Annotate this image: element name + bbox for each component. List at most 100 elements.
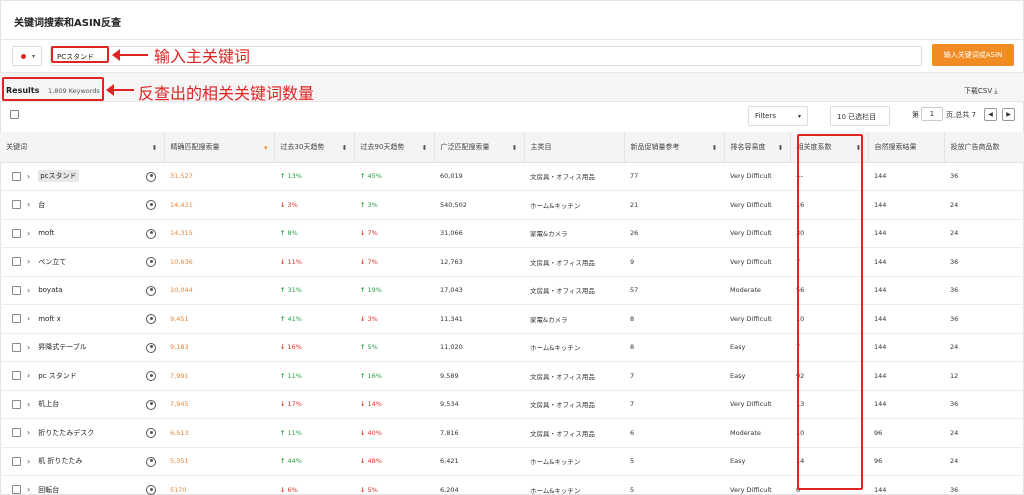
- prev-page-button[interactable]: ◀: [984, 108, 997, 121]
- keyword-cell: › 回転台: [0, 475, 164, 495]
- keyword-text[interactable]: pc スタンド: [38, 371, 77, 381]
- table-row[interactable]: › 回転台 5170 ↓ 6% ↓ 5% 6,204 ホーム&キッチン 5 Very Difficu…: [0, 475, 1024, 495]
- sort-icon[interactable]: ⬍: [152, 143, 158, 153]
- person-icon[interactable]: [146, 342, 156, 353]
- person-icon[interactable]: [146, 257, 156, 267]
- columns-dropdown[interactable]: 10 已选栏目: [830, 106, 890, 126]
- column-header[interactable]: 主类目: [524, 132, 625, 163]
- chevron-right-icon[interactable]: ›: [27, 457, 30, 466]
- keyword-text[interactable]: moft: [38, 229, 54, 237]
- keyword-text[interactable]: 机 折りたたみ: [38, 456, 82, 466]
- column-header[interactable]: 投放广告商品数: [944, 132, 1024, 163]
- column-header[interactable]: 关键词 ⬍: [0, 132, 165, 163]
- person-icon[interactable]: [146, 171, 156, 182]
- results-highlight-box: [2, 77, 104, 101]
- keyword-text[interactable]: boyata: [38, 286, 62, 294]
- person-icon[interactable]: [146, 285, 156, 296]
- chevron-right-icon[interactable]: ›: [27, 485, 30, 494]
- row-checkbox[interactable]: [12, 171, 21, 181]
- country-select[interactable]: ▾: [12, 46, 42, 66]
- keyword-text[interactable]: 台: [38, 200, 45, 210]
- row-checkbox[interactable]: [12, 257, 21, 267]
- column-header-label: 新品促销量参考: [630, 142, 680, 151]
- search-highlight-box: [51, 46, 109, 63]
- table-row[interactable]: › 机上台 7,945 ↓ 17% ↓ 14% 9,534 文房具・オフィス用品 7 Very Di…: [0, 390, 1024, 419]
- table-row[interactable]: › moft 14,315 ↑ 8% ↓ 7% 31,066 家電&カメラ 26 Very Diff…: [0, 219, 1024, 248]
- table-row[interactable]: › moft x 9,451 ↑ 41% ↓ 3% 11,341 家電&カメラ 8 Very Dif…: [0, 304, 1024, 334]
- ranking-ease: Easy: [724, 333, 790, 362]
- row-checkbox[interactable]: [12, 399, 21, 409]
- row-checkbox[interactable]: [12, 285, 21, 295]
- person-icon[interactable]: [146, 371, 156, 381]
- sort-icon[interactable]: ⬍: [342, 143, 348, 153]
- chevron-right-icon[interactable]: ›: [27, 343, 30, 352]
- search-input[interactable]: [57, 50, 657, 63]
- row-checkbox[interactable]: [12, 428, 21, 438]
- table-row[interactable]: › 机 折りたたみ 5,351 ↑ 44% ↓ 48% 6,421 ホーム&キッチン 5 Easy 1…: [0, 447, 1024, 476]
- ranking-ease: Very Difficult: [724, 162, 790, 191]
- sort-icon[interactable]: ▾: [264, 143, 268, 153]
- table-row[interactable]: › 昇降式テーブル 9,183 ↓ 16% ↑ 5% 11,020 ホーム&キッチン 8 Easy 7…: [0, 333, 1024, 362]
- search-button[interactable]: 输入关键词或ASIN: [932, 44, 1014, 66]
- column-header[interactable]: 排名容易度 ⬍: [724, 132, 791, 163]
- main-category: 文房具・オフィス用品: [524, 276, 624, 305]
- row-checkbox[interactable]: [12, 200, 21, 210]
- row-checkbox[interactable]: [12, 371, 21, 381]
- sort-icon[interactable]: ⬍: [422, 143, 428, 153]
- column-header[interactable]: 精确匹配搜索量 ▾: [164, 132, 275, 163]
- keyword-text[interactable]: 回転台: [38, 485, 59, 495]
- person-icon[interactable]: [146, 456, 156, 467]
- chevron-right-icon[interactable]: ›: [27, 229, 30, 238]
- keyword-text[interactable]: 昇降式テーブル: [38, 342, 87, 352]
- table-row[interactable]: › pc スタンド 7,991 ↑ 11% ↑ 16% 9,589 文房具・オフィス用品 7 Eas…: [0, 361, 1024, 391]
- column-header[interactable]: 过去30天趋势 ⬍: [274, 132, 355, 163]
- row-checkbox[interactable]: [12, 342, 21, 352]
- chevron-right-icon[interactable]: ›: [27, 428, 30, 437]
- keyword-text[interactable]: ペン立て: [38, 257, 66, 267]
- keyword-text[interactable]: 折りたたみデスク: [38, 428, 94, 438]
- column-header[interactable]: 过去90天趋势 ⬍: [354, 132, 435, 163]
- row-checkbox[interactable]: [12, 314, 21, 324]
- column-header[interactable]: 新品促销量参考 ⬍: [624, 132, 725, 163]
- select-all-checkbox[interactable]: [10, 110, 19, 119]
- page-number-input[interactable]: 1: [921, 107, 943, 121]
- person-icon[interactable]: [146, 228, 156, 239]
- table-row[interactable]: › 折りたたみデスク 6,513 ↑ 11% ↓ 40% 7,816 文房具・オフィス用品 6 Mo…: [0, 418, 1024, 448]
- sort-icon[interactable]: ⬍: [778, 143, 784, 153]
- keyword-cell: › 机 折りたたみ: [0, 447, 164, 476]
- main-category: 文房具・オフィス用品: [524, 418, 624, 448]
- column-header[interactable]: 广泛匹配搜索量 ⬍: [434, 132, 525, 163]
- table-row[interactable]: › ペン立て 10,636 ↓ 11% ↓ 7% 12,763 文房具・オフィス用品 9 Very …: [0, 247, 1024, 277]
- sort-icon[interactable]: ⬍: [712, 143, 718, 153]
- main-category: 文房具・オフィス用品: [524, 390, 624, 419]
- table-row[interactable]: › boyata 10,044 ↑ 31% ↑ 19% 17,043 文房具・オフィス用品 57 M…: [0, 276, 1024, 305]
- person-icon[interactable]: [146, 314, 156, 324]
- next-page-button[interactable]: ▶: [1002, 108, 1015, 121]
- person-icon[interactable]: [146, 200, 156, 210]
- table-row[interactable]: › pcスタンド 31,527 ↑ 13% ↑ 45% 60,019 文房具・オフィス用品 77 V…: [0, 162, 1024, 191]
- person-icon[interactable]: [146, 428, 156, 438]
- filters-dropdown[interactable]: Filters ▾: [748, 106, 808, 126]
- column-header[interactable]: 自然搜索结果: [868, 132, 945, 163]
- keyword-text[interactable]: moft x: [38, 315, 61, 323]
- person-icon[interactable]: [146, 399, 156, 410]
- chevron-right-icon[interactable]: ›: [27, 400, 30, 409]
- chevron-right-icon[interactable]: ›: [27, 286, 30, 295]
- person-icon[interactable]: [146, 485, 156, 495]
- sort-icon[interactable]: ⬍: [512, 143, 518, 153]
- chevron-right-icon[interactable]: ›: [27, 200, 30, 209]
- chevron-right-icon[interactable]: ›: [27, 314, 30, 323]
- table-row[interactable]: › 台 14,431 ↓ 3% ↑ 3% 540,502 ホーム&キッチン 21 Very Diff…: [0, 190, 1024, 220]
- row-checkbox[interactable]: [12, 228, 21, 238]
- chevron-right-icon[interactable]: ›: [27, 257, 30, 266]
- row-checkbox[interactable]: [12, 456, 21, 466]
- chevron-right-icon[interactable]: ›: [27, 172, 30, 181]
- download-csv-button[interactable]: 下载CSV ⤓: [964, 86, 997, 96]
- chevron-right-icon[interactable]: ›: [27, 371, 30, 380]
- new-promo-reference: 77: [624, 162, 724, 191]
- keyword-text[interactable]: pcスタンド: [38, 170, 79, 183]
- row-checkbox[interactable]: [12, 485, 21, 495]
- ranking-ease: Moderate: [724, 276, 790, 305]
- ad-products-count: 36: [944, 276, 1024, 305]
- keyword-text[interactable]: 机上台: [38, 399, 59, 409]
